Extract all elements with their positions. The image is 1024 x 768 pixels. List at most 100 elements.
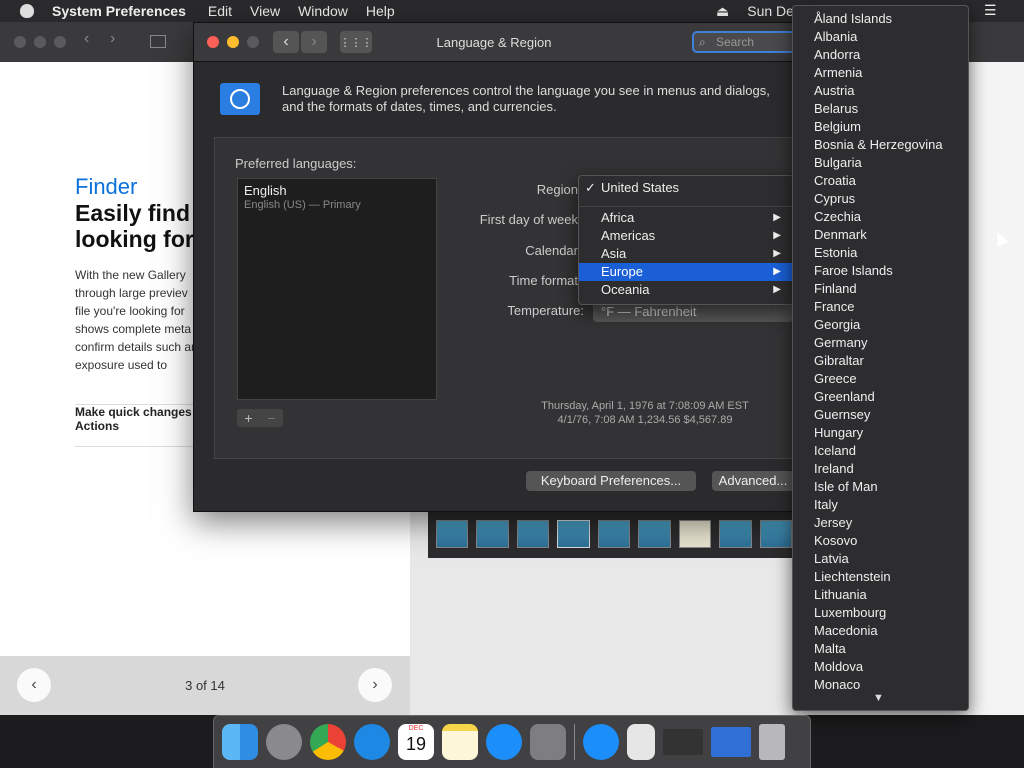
bg-zoom-icon[interactable] bbox=[54, 36, 66, 48]
country-item[interactable]: Åland Islands bbox=[793, 10, 968, 28]
country-item[interactable]: Liechtenstein bbox=[793, 568, 968, 586]
chrome-icon[interactable] bbox=[310, 724, 346, 760]
bg-close-icon[interactable] bbox=[14, 36, 26, 48]
system-preferences-icon[interactable] bbox=[530, 724, 566, 760]
country-item[interactable]: Latvia bbox=[793, 550, 968, 568]
temperature-label: Temperature: bbox=[507, 303, 584, 318]
window-icon[interactable] bbox=[663, 729, 703, 755]
country-item[interactable]: Estonia bbox=[793, 244, 968, 262]
calendar-icon[interactable]: DEC 19 bbox=[398, 724, 434, 760]
country-item[interactable]: Andorra bbox=[793, 46, 968, 64]
country-item[interactable]: Germany bbox=[793, 334, 968, 352]
menu-help[interactable]: Help bbox=[366, 3, 395, 19]
language-name[interactable]: English bbox=[244, 183, 287, 198]
country-item[interactable]: Iceland bbox=[793, 442, 968, 460]
article-actions-link[interactable]: Make quick changes Actions bbox=[75, 404, 205, 433]
bg-back-icon[interactable]: ‹ bbox=[84, 30, 89, 48]
country-item[interactable]: Greenland bbox=[793, 388, 968, 406]
thumbnail[interactable] bbox=[678, 520, 712, 548]
scroll-down-arrow-icon[interactable]: ▼ bbox=[873, 692, 884, 704]
country-item[interactable]: Belarus bbox=[793, 100, 968, 118]
country-item[interactable]: Ireland bbox=[793, 460, 968, 478]
thumbnail[interactable] bbox=[638, 520, 671, 548]
country-item[interactable]: Belgium bbox=[793, 118, 968, 136]
language-list[interactable]: English English (US) — Primary bbox=[237, 178, 437, 400]
region-item-europe[interactable]: Europe ▶ bbox=[579, 263, 793, 281]
add-language-button[interactable]: + bbox=[237, 409, 260, 427]
country-item[interactable]: Croatia bbox=[793, 172, 968, 190]
menu-clock[interactable]: Sun De bbox=[747, 3, 794, 19]
country-item[interactable]: Luxembourg bbox=[793, 604, 968, 622]
globe-icon bbox=[230, 89, 250, 109]
country-item[interactable]: Guernsey bbox=[793, 406, 968, 424]
region-item-oceania[interactable]: Oceania ▶ bbox=[579, 281, 793, 299]
next-page-button[interactable]: › bbox=[358, 668, 392, 702]
menu-window[interactable]: Window bbox=[298, 3, 348, 19]
country-item[interactable]: Malta bbox=[793, 640, 968, 658]
thumbnail[interactable] bbox=[759, 520, 792, 548]
country-item[interactable]: Gibraltar bbox=[793, 352, 968, 370]
country-item[interactable]: Austria bbox=[793, 82, 968, 100]
title-bar: ‹ › ⋮⋮⋮ Language & Region ⌕ Search bbox=[194, 23, 802, 62]
region-item-label: Oceania bbox=[601, 282, 650, 297]
country-item[interactable]: France bbox=[793, 298, 968, 316]
sample-format-line: 4/1/76, 7:08 AM 1,234.56 $4,567.89 bbox=[557, 414, 733, 426]
country-item[interactable]: Greece bbox=[793, 370, 968, 388]
thumbnail[interactable] bbox=[557, 520, 590, 548]
dock: DEC 19 bbox=[213, 715, 811, 768]
sample-date-line: Thursday, April 1, 1976 at 7:08:09 AM ES… bbox=[541, 400, 749, 412]
country-item[interactable]: Bosnia & Herzegovina bbox=[793, 136, 968, 154]
apple-menu-icon[interactable] bbox=[20, 4, 34, 18]
country-item[interactable]: Albania bbox=[793, 28, 968, 46]
trash-icon[interactable] bbox=[759, 724, 785, 760]
list-icon[interactable]: ☰ bbox=[984, 2, 997, 19]
menu-edit[interactable]: Edit bbox=[208, 3, 232, 19]
region-item-asia[interactable]: Asia ▶ bbox=[579, 245, 793, 263]
id-card-icon[interactable] bbox=[711, 727, 751, 757]
thumbnail[interactable] bbox=[516, 520, 550, 548]
country-item[interactable]: Bulgaria bbox=[793, 154, 968, 172]
keyboard-preferences-button[interactable]: Keyboard Preferences... bbox=[526, 471, 696, 491]
country-item[interactable]: Armenia bbox=[793, 64, 968, 82]
advanced-button[interactable]: Advanced... bbox=[712, 471, 794, 491]
notes-icon[interactable] bbox=[442, 724, 478, 760]
country-item[interactable]: Kosovo bbox=[793, 532, 968, 550]
country-item[interactable]: Georgia bbox=[793, 316, 968, 334]
country-item[interactable]: Hungary bbox=[793, 424, 968, 442]
bg-minimize-icon[interactable] bbox=[34, 36, 46, 48]
bg-forward-icon[interactable]: › bbox=[110, 30, 115, 48]
safari-icon[interactable] bbox=[354, 724, 390, 760]
sidebar-icon[interactable] bbox=[150, 35, 166, 48]
thumbnail[interactable] bbox=[597, 520, 631, 548]
country-item[interactable]: Jersey bbox=[793, 514, 968, 532]
country-item[interactable]: Finland bbox=[793, 280, 968, 298]
menu-app-name[interactable]: System Preferences bbox=[52, 3, 186, 19]
menu-view[interactable]: View bbox=[250, 3, 280, 19]
country-item[interactable]: Moldova bbox=[793, 658, 968, 676]
finder-icon[interactable] bbox=[222, 724, 258, 760]
country-item[interactable]: Denmark bbox=[793, 226, 968, 244]
country-item[interactable]: Isle of Man bbox=[793, 478, 968, 496]
preview-icon[interactable] bbox=[627, 724, 655, 760]
thumbnail[interactable] bbox=[476, 520, 509, 548]
submenu-arrow-icon: ▶ bbox=[773, 230, 781, 241]
remove-language-button[interactable]: − bbox=[260, 409, 283, 427]
country-item[interactable]: Lithuania bbox=[793, 586, 968, 604]
app-store-download-icon[interactable] bbox=[583, 724, 619, 760]
region-item-africa[interactable]: Africa ▶ bbox=[579, 209, 793, 227]
region-item-united-states[interactable]: ✓ United States bbox=[579, 179, 793, 197]
thumbnail[interactable] bbox=[436, 520, 469, 548]
country-item[interactable]: Italy bbox=[793, 496, 968, 514]
search-input[interactable]: ⌕ Search bbox=[692, 31, 802, 53]
eject-icon[interactable]: ⏏ bbox=[716, 3, 729, 20]
temperature-popup[interactable]: °F — Fahrenheit bbox=[593, 302, 793, 322]
region-item-americas[interactable]: Americas ▶ bbox=[579, 227, 793, 245]
country-item[interactable]: Macedonia bbox=[793, 622, 968, 640]
country-item[interactable]: Faroe Islands bbox=[793, 262, 968, 280]
app-store-icon[interactable] bbox=[486, 724, 522, 760]
country-item[interactable]: Cyprus bbox=[793, 190, 968, 208]
country-item[interactable]: Czechia bbox=[793, 208, 968, 226]
launchpad-icon[interactable] bbox=[266, 724, 302, 760]
temperature-value: °F — Fahrenheit bbox=[601, 304, 697, 319]
thumbnail[interactable] bbox=[719, 520, 752, 548]
